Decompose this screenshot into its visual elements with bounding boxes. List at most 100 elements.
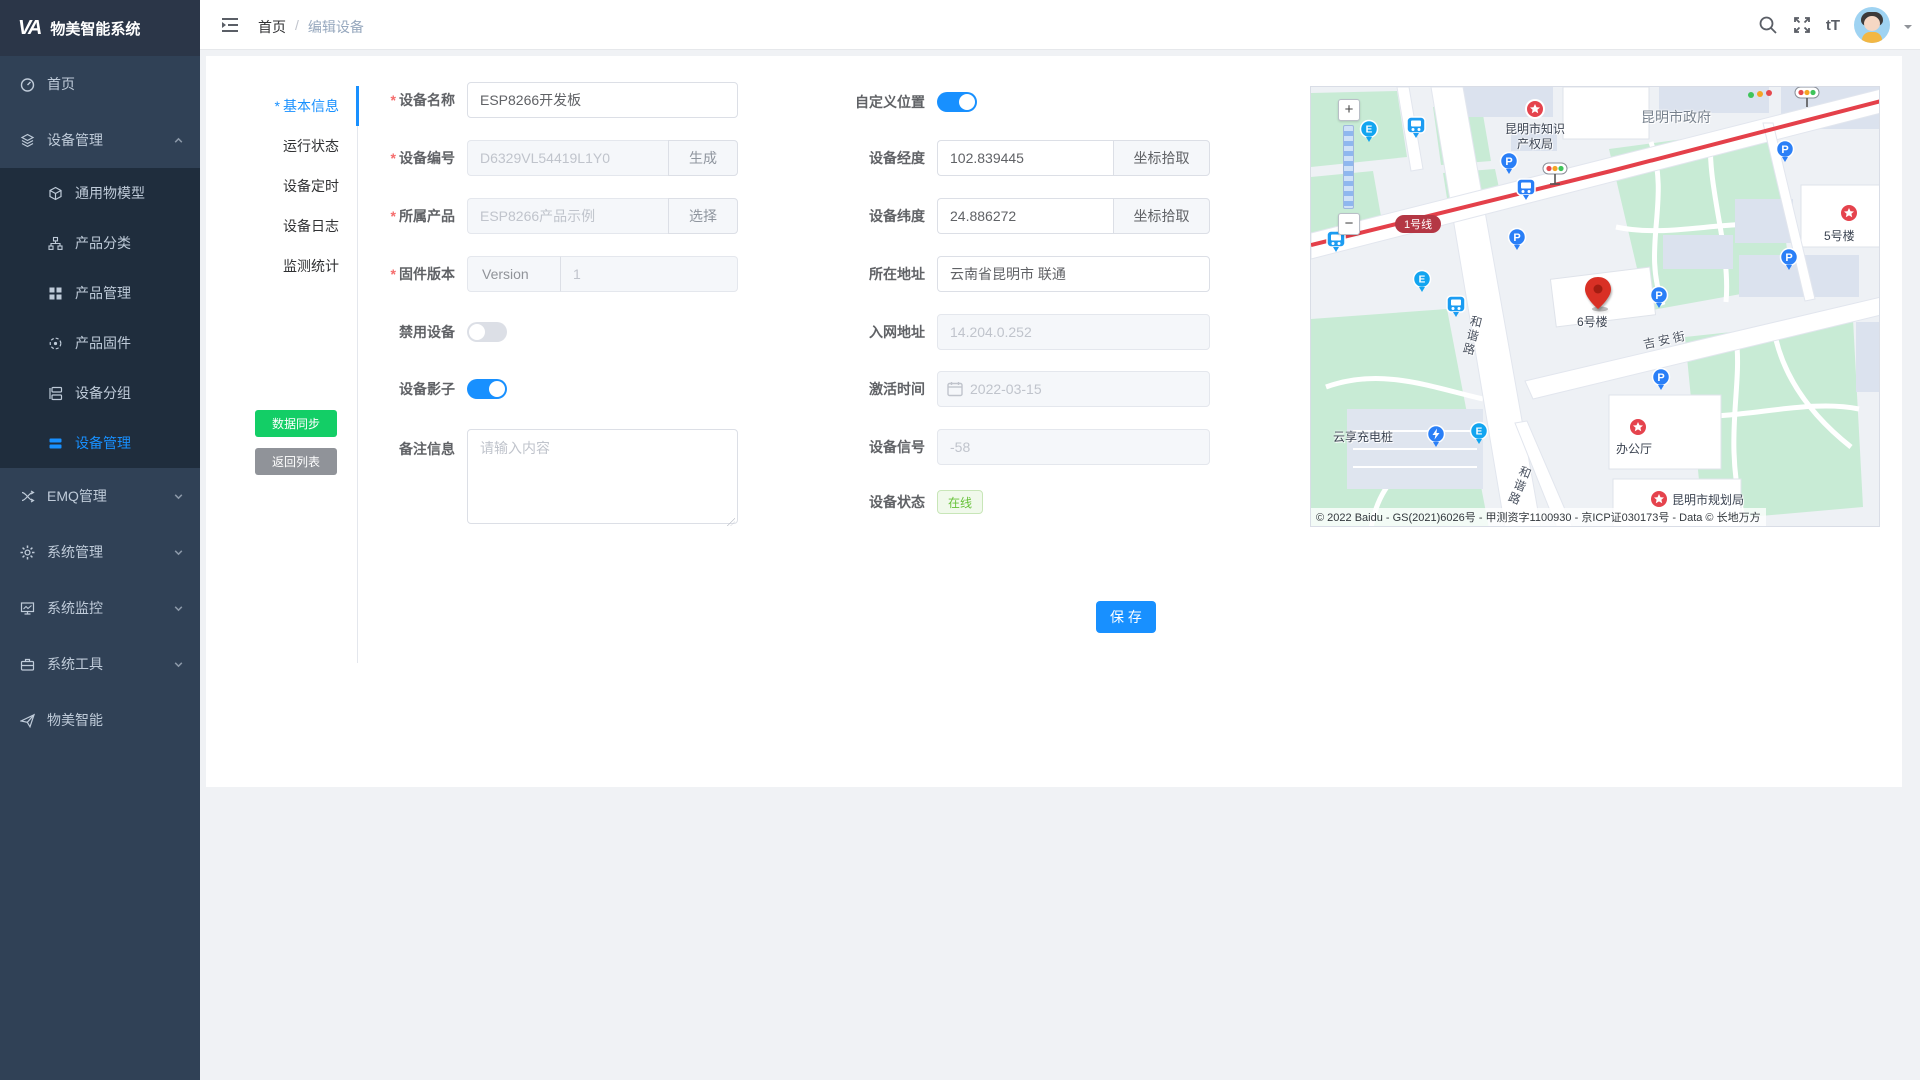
breadcrumb-separator: / (295, 17, 299, 37)
sidebar-item-thing-model[interactable]: 通用物模型 (0, 168, 200, 218)
poi-label-building6: 6号楼 (1577, 313, 1608, 330)
map-zoom-in-button[interactable]: + (1338, 99, 1360, 121)
sidebar-item-label: 设备分组 (75, 383, 131, 403)
device-code-input (467, 140, 668, 176)
search-icon[interactable] (1758, 15, 1778, 35)
select-product-button[interactable]: 选择 (668, 198, 738, 234)
edit-device-card: *基本信息 运行状态 设备定时 设备日志 监测统计 数据同步 返回列表 *设备名… (206, 56, 1902, 787)
sidebar-item-wumei[interactable]: 物美智能 (0, 692, 200, 748)
sidebar: VA 物美智能系统 首页 设备管理 通用物模型 产品分类 产品管理 产品固件 设… (0, 0, 200, 1080)
breadcrumb: 首页 / 编辑设备 (258, 17, 364, 37)
remark-textarea[interactable] (467, 429, 738, 524)
active-time-label: 激活时间 (829, 379, 925, 399)
sidebar-item-label: 首页 (47, 74, 184, 94)
chevron-down-icon (173, 547, 184, 558)
tab-basic-info[interactable]: *基本信息 (250, 86, 357, 126)
firmware-version-input (561, 256, 738, 292)
device-name-input[interactable] (467, 82, 738, 118)
poi-label-government: 昆明市政府 (1641, 107, 1711, 127)
app-title: 物美智能系统 (50, 18, 140, 39)
sidebar-item-label: 产品分类 (75, 233, 131, 253)
sidebar-item-label: 设备管理 (47, 130, 161, 150)
latitude-label: 设备纬度 (829, 206, 925, 226)
metro-line-badge: 1号线 (1395, 215, 1441, 233)
field-status: 设备状态 在线 (829, 484, 983, 520)
content-background (200, 787, 1920, 1080)
device-shadow-toggle[interactable] (467, 379, 507, 399)
breadcrumb-current: 编辑设备 (308, 17, 364, 37)
latitude-input[interactable] (937, 198, 1113, 234)
address-label: 所在地址 (829, 264, 925, 284)
back-to-list-button[interactable]: 返回列表 (255, 448, 337, 475)
sidebar-item-label: 通用物模型 (75, 183, 145, 203)
address-input[interactable] (937, 256, 1210, 292)
collapse-sidebar-icon[interactable] (220, 15, 240, 35)
sidebar-item-emq[interactable]: EMQ管理 (0, 468, 200, 524)
required-mark: * (275, 98, 280, 114)
sidebar-item-system-mgmt[interactable]: 系统管理 (0, 524, 200, 580)
chevron-up-icon (173, 135, 184, 146)
tab-device-timer[interactable]: 设备定时 (250, 166, 357, 206)
svg-text:P: P (1655, 290, 1662, 302)
avatar-face (1864, 16, 1880, 31)
sidebar-item-system-tools[interactable]: 系统工具 (0, 636, 200, 692)
sidebar-item-system-monitor[interactable]: 系统监控 (0, 580, 200, 636)
shuffle-icon (20, 489, 35, 504)
map-zoom-out-button[interactable]: − (1338, 213, 1360, 235)
ip-input (937, 314, 1210, 350)
app-logo[interactable]: VA 物美智能系统 (0, 0, 200, 56)
custom-location-toggle[interactable] (937, 92, 977, 112)
remark-label: 备注信息 (359, 439, 455, 459)
sidebar-item-device-group[interactable]: 设备分组 (0, 368, 200, 418)
sidebar-item-device-mgmt-child[interactable]: 设备管理 (0, 418, 200, 468)
toolbox-icon (20, 657, 35, 672)
calendar-icon (947, 381, 963, 397)
sidebar-item-label: 系统监控 (47, 598, 161, 618)
pick-latitude-button[interactable]: 坐标拾取 (1113, 198, 1210, 234)
disable-device-toggle[interactable] (467, 322, 507, 342)
active-time-input (937, 371, 1210, 407)
generate-button[interactable]: 生成 (668, 140, 738, 176)
fullscreen-icon[interactable] (1792, 15, 1812, 35)
field-address: 所在地址 (829, 256, 1210, 292)
status-label: 设备状态 (829, 492, 925, 512)
monitor-icon (20, 601, 35, 616)
pick-longitude-button[interactable]: 坐标拾取 (1113, 140, 1210, 176)
firmware-label: 固件版本 (399, 266, 455, 282)
sidebar-item-home[interactable]: 首页 (0, 56, 200, 112)
longitude-input[interactable] (937, 140, 1113, 176)
svg-text:P: P (1785, 252, 1792, 264)
rssi-input (937, 429, 1210, 465)
avatar-caret-icon[interactable] (1904, 25, 1912, 33)
tab-monitor-stats[interactable]: 监测统计 (250, 246, 357, 286)
map-zoom-slider[interactable] (1343, 125, 1354, 209)
sidebar-item-label: 物美智能 (47, 710, 184, 730)
sidebar-item-product-category[interactable]: 产品分类 (0, 218, 200, 268)
sidebar-item-device-mgmt[interactable]: 设备管理 (0, 112, 200, 168)
svg-text:E: E (1366, 125, 1373, 136)
top-header: 首页 / 编辑设备 tT (200, 0, 1920, 50)
baidu-map[interactable]: E E E P P P P P P (1310, 86, 1880, 527)
data-sync-button[interactable]: 数据同步 (255, 410, 337, 437)
svg-text:P: P (1657, 372, 1664, 384)
save-button[interactable]: 保 存 (1096, 601, 1156, 633)
font-size-icon[interactable]: tT (1826, 17, 1840, 34)
logo-icon: VA (18, 17, 40, 40)
breadcrumb-home[interactable]: 首页 (258, 17, 286, 37)
sidebar-item-product-mgmt[interactable]: 产品管理 (0, 268, 200, 318)
avatar-shirt (1862, 32, 1882, 43)
tab-device-log[interactable]: 设备日志 (250, 206, 357, 246)
avatar[interactable] (1854, 7, 1890, 43)
field-active-time: 激活时间 (829, 371, 1210, 407)
field-device-name: *设备名称 (359, 82, 738, 118)
map-canvas: E E E P P P P P P (1311, 87, 1880, 527)
sitemap-icon (48, 236, 63, 251)
field-remark: 备注信息 (359, 429, 738, 524)
tab-run-status[interactable]: 运行状态 (250, 126, 357, 166)
firmware-prepend: Version (467, 256, 561, 292)
field-custom-location: 自定义位置 (829, 84, 977, 120)
sidebar-item-label: 系统工具 (47, 654, 161, 674)
sidebar-item-product-firmware[interactable]: 产品固件 (0, 318, 200, 368)
chevron-down-icon (173, 659, 184, 670)
device-code-label: 设备编号 (399, 150, 455, 166)
